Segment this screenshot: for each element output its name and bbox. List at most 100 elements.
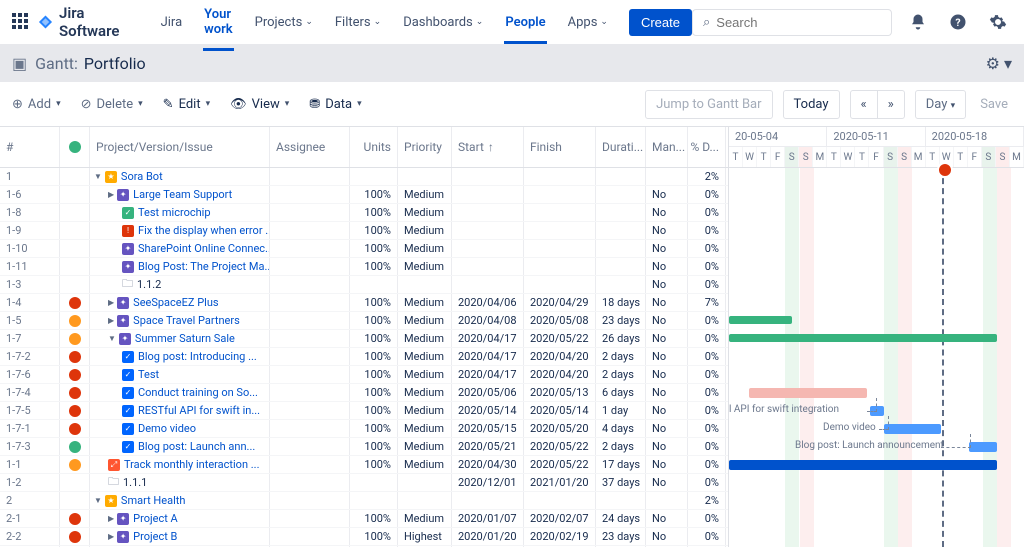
nav-filters[interactable]: Filters⌄ [326, 7, 390, 38]
create-button[interactable]: Create [629, 9, 692, 36]
table-row[interactable]: 1-7-5✓RESTful API for swift in...100%Med… [0, 402, 728, 420]
app-switcher-icon[interactable] [12, 13, 28, 31]
issue-name[interactable]: Large Team Support [133, 188, 232, 201]
col-project[interactable]: Project/Version/Issue [90, 127, 270, 167]
table-row[interactable]: 1-7-4✓Conduct training on So...100%Mediu… [0, 384, 728, 402]
table-row[interactable]: 2-1▶✦Project A100%Medium2020/01/072020/0… [0, 510, 728, 528]
table-row[interactable]: 2▼★Smart Health2% [0, 492, 728, 510]
data-button[interactable]: ⛃Data▾ [309, 97, 361, 112]
nav-dashboards[interactable]: Dashboards⌄ [394, 7, 492, 38]
expand-toggle-icon[interactable]: ▼ [94, 496, 102, 505]
delete-button[interactable]: ⊘Delete▾ [81, 97, 143, 112]
table-row[interactable]: 1-11✦Blog Post: The Project Ma...100%Med… [0, 258, 728, 276]
issue-name[interactable]: Conduct training on So... [138, 386, 258, 399]
table-row[interactable]: 1-7-6✓Test100%Medium2020/04/172020/04/20… [0, 366, 728, 384]
issue-name[interactable]: SeeSpaceEZ Plus [133, 296, 218, 309]
table-row[interactable]: 1-7-1✓Demo video100%Medium2020/05/152020… [0, 420, 728, 438]
col-manual[interactable]: Man... [646, 127, 688, 167]
gantt-settings-icon[interactable]: ⚙ ▾ [986, 54, 1012, 73]
add-button[interactable]: ⊕Add▾ [12, 97, 61, 112]
view-button[interactable]: 👁View▾ [230, 97, 289, 112]
table-row[interactable]: 1▼★Sora Bot2% [0, 168, 728, 186]
table-row[interactable]: 1-3🗀1.1.2No0% [0, 276, 728, 294]
issue-name[interactable]: Sora Bot [121, 170, 163, 183]
issue-name[interactable]: Blog post: Introducing ... [138, 350, 257, 363]
gantt-bar[interactable] [884, 424, 941, 434]
col-assignee[interactable]: Assignee [270, 127, 350, 167]
table-row[interactable]: 1-7-3✓Blog post: Launch ann...100%Medium… [0, 438, 728, 456]
table-row[interactable]: 1-10✦SharePoint Online Connec...100%Medi… [0, 240, 728, 258]
issue-name[interactable]: Project B [133, 530, 177, 543]
col-finish[interactable]: Finish [524, 127, 596, 167]
table-row[interactable]: 1-2🗀1.1.12020/12/012021/01/2037 daysNo0% [0, 474, 728, 492]
today-button[interactable]: Today [783, 90, 840, 119]
issue-name[interactable]: RESTful API for swift in... [138, 404, 260, 417]
notifications-icon[interactable] [904, 8, 932, 36]
issue-name[interactable]: Space Travel Partners [133, 314, 240, 327]
col-start[interactable]: Start ↑ [452, 127, 524, 167]
gantt-bar[interactable] [729, 316, 792, 324]
col-units[interactable]: Units [350, 127, 398, 167]
issue-name[interactable]: 1.1.1 [123, 476, 147, 489]
gantt-bar[interactable] [749, 388, 867, 398]
table-row[interactable]: 1-4▶✦SeeSpaceEZ Plus100%Medium2020/04/06… [0, 294, 728, 312]
col-done[interactable]: % D... [688, 127, 726, 167]
issue-type-icon: ✓ [122, 369, 134, 381]
nav-your-work[interactable]: Your work [195, 0, 242, 45]
help-icon[interactable]: ? [944, 8, 972, 36]
issue-name[interactable]: Demo video [138, 422, 196, 435]
gantt-bar[interactable] [969, 442, 997, 452]
header-prefix: Gantt: [35, 54, 78, 73]
expand-toggle-icon[interactable]: ▼ [94, 172, 102, 181]
save-button[interactable]: Save [976, 97, 1012, 112]
issue-name[interactable]: Track monthly interaction ... [124, 458, 259, 471]
scale-dropdown[interactable]: Day ▾ [915, 90, 966, 119]
issue-type-icon: ✓ [122, 405, 134, 417]
expand-toggle-icon[interactable]: ▶ [108, 190, 114, 199]
table-row[interactable]: 1-8✓Test microchip100%MediumNo0% [0, 204, 728, 222]
jump-to-bar-button[interactable]: Jump to Gantt Bar [645, 90, 772, 119]
issue-name[interactable]: Test [138, 368, 159, 381]
calendar-month: 2020-05-11 [827, 127, 925, 146]
issue-name[interactable]: 1.1.2 [137, 278, 161, 291]
timeline-prev-button[interactable]: « [851, 91, 878, 118]
timeline-next-button[interactable]: » [878, 91, 904, 118]
table-row[interactable]: 2-2▶✦Project B100%Highest2020/01/202020/… [0, 528, 728, 546]
table-row[interactable]: 1-7-2✓Blog post: Introducing ...100%Medi… [0, 348, 728, 366]
issue-name[interactable]: Fix the display when error ... [138, 224, 270, 237]
status-dot-icon [69, 333, 81, 345]
calendar-day: F [771, 147, 785, 167]
settings-icon[interactable] [984, 8, 1012, 36]
expand-toggle-icon[interactable]: ▶ [108, 532, 114, 541]
dependency-link [879, 416, 889, 430]
gantt-bar[interactable] [729, 334, 997, 342]
expand-toggle-icon[interactable]: ▼ [108, 334, 116, 343]
search-box[interactable]: ⌕ [692, 9, 892, 36]
table-row[interactable]: 1-9!Fix the display when error ...100%Me… [0, 222, 728, 240]
col-duration[interactable]: Durati... [596, 127, 646, 167]
table-row[interactable]: 1-7▼✦Summer Saturn Sale100%Medium2020/04… [0, 330, 728, 348]
nav-apps[interactable]: Apps⌄ [559, 7, 617, 38]
table-row[interactable]: 1-1⤢Track monthly interaction ...100%Med… [0, 456, 728, 474]
issue-name[interactable]: Summer Saturn Sale [135, 332, 235, 345]
gantt-bar[interactable] [729, 460, 997, 470]
expand-toggle-icon[interactable]: ▶ [108, 316, 114, 325]
nav-people[interactable]: People [496, 7, 554, 38]
issue-name[interactable]: Smart Health [121, 494, 185, 507]
col-priority[interactable]: Priority [398, 127, 452, 167]
expand-toggle-icon[interactable]: ▶ [108, 298, 114, 307]
nav-jira[interactable]: Jira [152, 7, 192, 38]
issue-name[interactable]: Test microchip [138, 206, 211, 219]
table-row[interactable]: 1-6▶✦Large Team Support100%MediumNo0% [0, 186, 728, 204]
issue-name[interactable]: Blog post: Launch ann... [138, 440, 255, 453]
edit-button[interactable]: ✎Edit▾ [163, 97, 210, 112]
issue-name[interactable]: Blog Post: The Project Ma... [138, 260, 270, 273]
col-number[interactable]: # [0, 127, 60, 167]
nav-projects[interactable]: Projects⌄ [246, 7, 322, 38]
col-status[interactable] [60, 127, 90, 167]
expand-toggle-icon[interactable]: ▶ [108, 514, 114, 523]
table-row[interactable]: 1-5▶✦Space Travel Partners100%Medium2020… [0, 312, 728, 330]
search-input[interactable] [716, 15, 881, 30]
issue-name[interactable]: Project A [133, 512, 178, 525]
issue-name[interactable]: SharePoint Online Connec... [138, 242, 270, 255]
